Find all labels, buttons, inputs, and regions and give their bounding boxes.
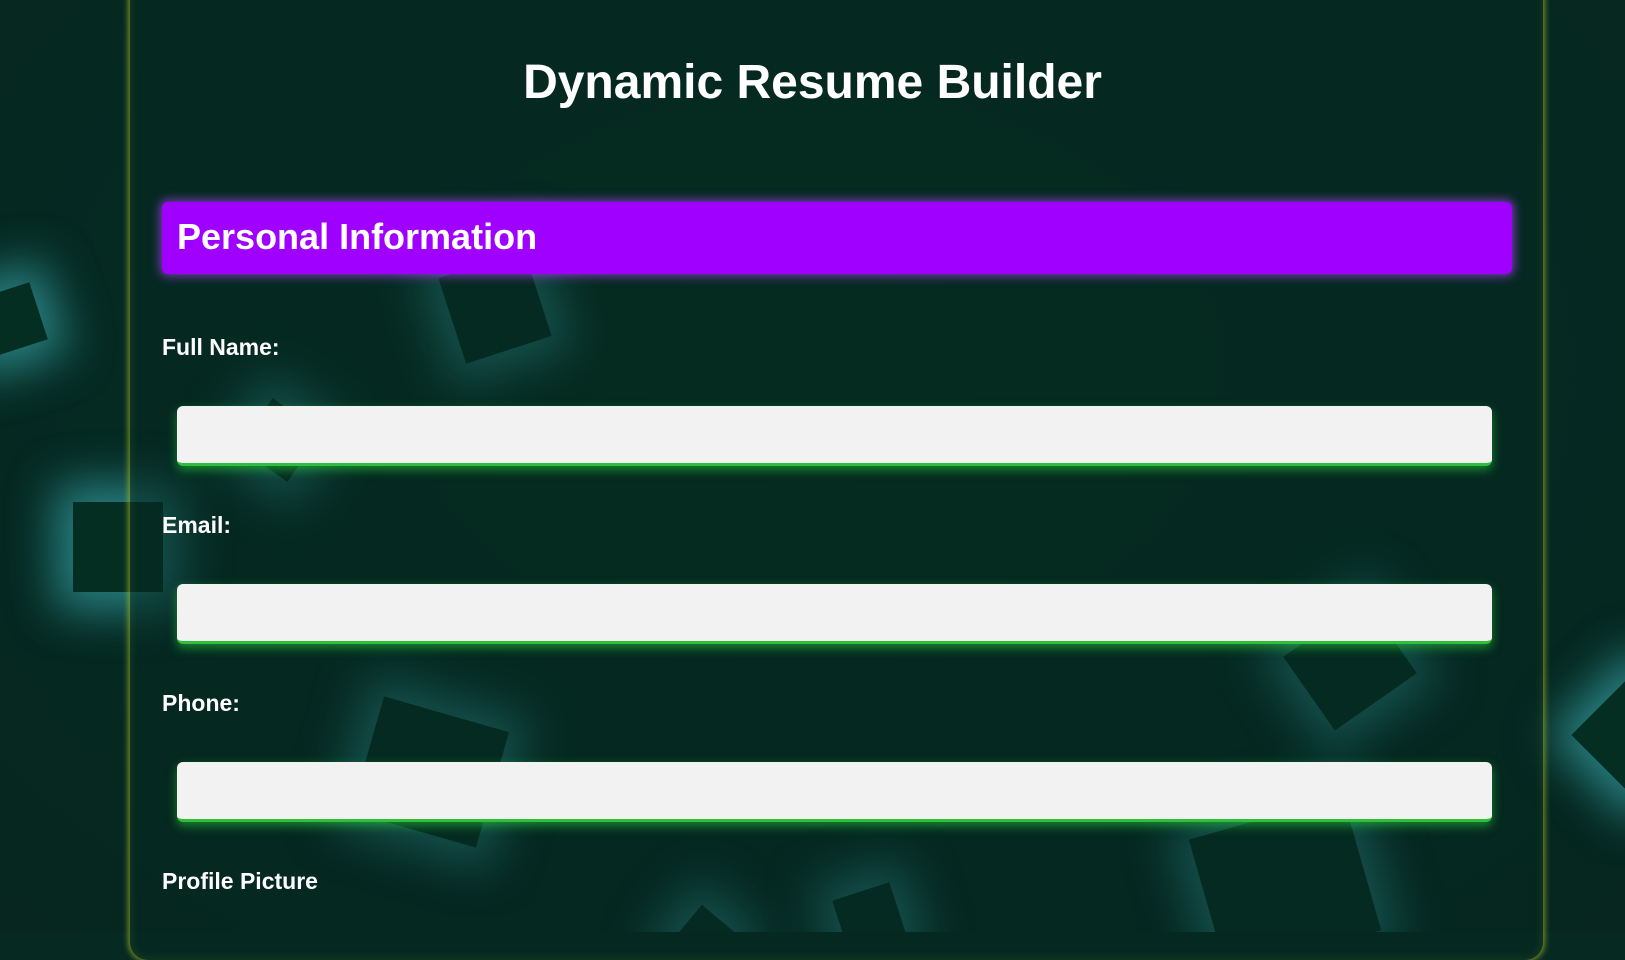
email-input[interactable] [177, 584, 1492, 644]
page-title: Dynamic Resume Builder [523, 56, 1102, 109]
phone-label: Phone: [162, 690, 240, 716]
decorative-shard [0, 282, 48, 358]
profile-picture-label: Profile Picture [162, 868, 318, 894]
email-label: Email: [162, 512, 232, 538]
phone-input[interactable] [177, 762, 1492, 822]
section-header-personal-information: Personal Information [162, 202, 1512, 274]
full-name-label: Full Name: [162, 334, 280, 360]
decorative-shard [1571, 671, 1625, 799]
full-name-input[interactable] [177, 406, 1492, 466]
section-title: Personal Information [177, 216, 538, 257]
